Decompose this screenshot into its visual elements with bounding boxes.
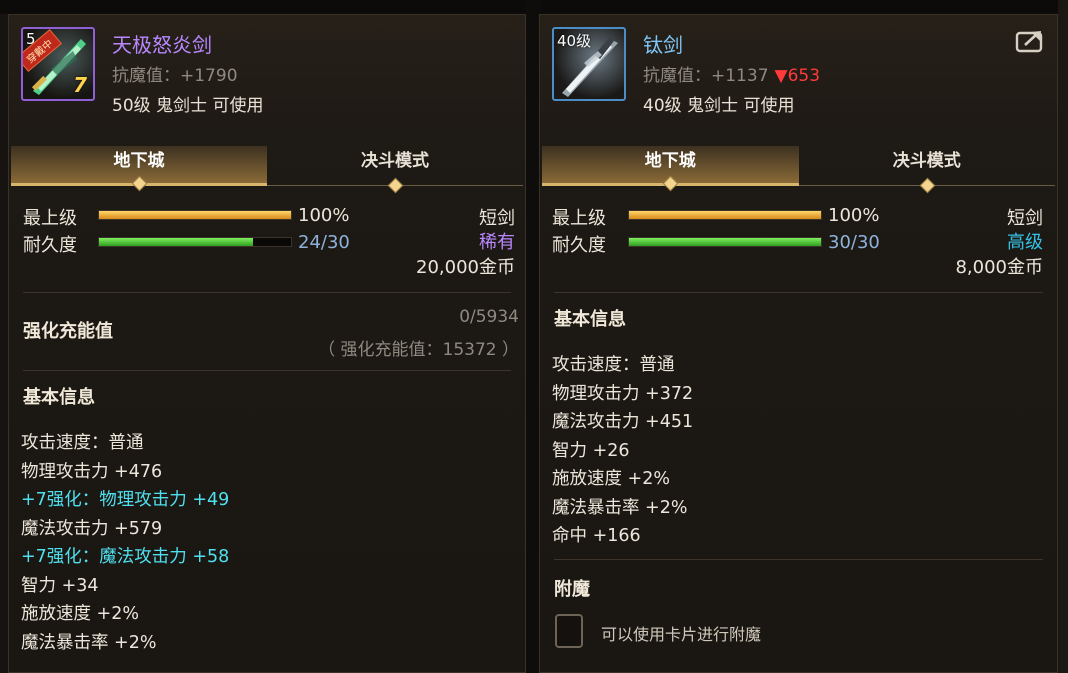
- diamond-icon: [131, 175, 148, 192]
- diamond-icon: [387, 177, 404, 194]
- stat-line: 魔法攻击力 +451: [552, 412, 694, 432]
- durability-label: 耐久度: [23, 235, 77, 256]
- magic-resist: 抗魔值：+1790: [112, 66, 238, 86]
- durability-bar-fill: [99, 238, 253, 246]
- rarity: 高级: [1007, 232, 1043, 253]
- enchant-title: 附魔: [554, 579, 590, 600]
- divider: [554, 559, 1043, 560]
- durability-value: 24/30: [298, 232, 350, 253]
- charge-title: 强化充能值: [23, 321, 113, 342]
- equipped-item-tooltip: 5 穿戴中 7 天极怒炎剑 抗魔值：+1790 50级 鬼剑士 可使用 地下城 …: [8, 14, 526, 673]
- weapon-type: 短剑: [479, 208, 515, 229]
- divider: [23, 370, 511, 371]
- stat-line: 智力 +26: [552, 441, 630, 461]
- stat-line: 物理攻击力 +476: [21, 462, 163, 482]
- grade-value: 100%: [298, 205, 350, 226]
- enchant-card-slot[interactable]: [555, 614, 583, 648]
- item-requirement: 50级 鬼剑士 可使用: [112, 96, 264, 116]
- magic-resist: 抗魔值：+1137 ▼653: [643, 61, 820, 86]
- stat-line: 物理攻击力 +372: [552, 384, 694, 404]
- item-name: 钛剑: [643, 33, 683, 57]
- grade-bar-fill: [99, 211, 291, 219]
- basic-info-title: 基本信息: [554, 309, 626, 330]
- enhance-level-badge: 7: [73, 73, 87, 97]
- item-name: 天极怒炎剑: [112, 33, 212, 57]
- compare-item-tooltip: 40级 钛剑 抗魔值：+1137 ▼653 40级 鬼剑士 可使用 地下城 决斗模…: [539, 14, 1058, 673]
- stat-line: 攻击速度：普通: [552, 355, 675, 375]
- magic-resist-drop: ▼653: [774, 66, 821, 86]
- tab-pvp[interactable]: 决斗模式: [798, 146, 1055, 194]
- item-header: 5 穿戴中 7 天极怒炎剑 抗魔值：+1790 50级 鬼剑士 可使用: [9, 15, 525, 125]
- stat-line: 施放速度 +2%: [21, 604, 139, 624]
- grade-label: 最上级: [23, 208, 77, 229]
- diamond-icon: [919, 177, 936, 194]
- grade-value: 100%: [828, 205, 880, 226]
- stat-line: 魔法暴击率 +2%: [21, 633, 157, 653]
- grade-label: 最上级: [552, 208, 606, 229]
- tab-dungeon-label: 地下城: [113, 151, 165, 171]
- durability-label: 耐久度: [552, 235, 606, 256]
- tab-dungeon[interactable]: 地下城: [542, 146, 799, 192]
- stat-line-enhance: +7强化：物理攻击力 +49: [21, 490, 230, 510]
- tab-pvp-label: 决斗模式: [892, 151, 961, 171]
- rarity: 稀有: [479, 232, 515, 253]
- item-price: 8,000金币: [955, 257, 1043, 278]
- grade-bar: [628, 210, 822, 220]
- charge-progress: 0/5934: [459, 307, 519, 327]
- magic-resist-value: 抗魔值：+1137: [643, 66, 769, 86]
- weapon-type: 短剑: [1007, 208, 1043, 229]
- diamond-icon: [662, 175, 679, 192]
- divider: [23, 292, 511, 293]
- enchant-hint: 可以使用卡片进行附魔: [601, 625, 762, 644]
- mode-tabs: 地下城 决斗模式: [542, 146, 1055, 194]
- mode-tabs: 地下城 决斗模式: [11, 146, 523, 194]
- basic-info-title: 基本信息: [23, 387, 95, 408]
- item-header: 40级 钛剑 抗魔值：+1137 ▼653 40级 鬼剑士 可使用: [540, 15, 1057, 125]
- tab-pvp[interactable]: 决斗模式: [267, 146, 523, 194]
- durability-bar: [98, 237, 292, 247]
- durability-bar: [628, 237, 822, 247]
- tab-dungeon[interactable]: 地下城: [11, 146, 267, 192]
- background-right-edge: [1058, 0, 1068, 673]
- grade-bar-fill: [629, 211, 821, 219]
- charge-total: （ 强化充能值：15372 ）: [318, 340, 519, 360]
- item-requirement: 40级 鬼剑士 可使用: [643, 96, 795, 116]
- durability-value: 30/30: [828, 232, 880, 253]
- grade-bar: [98, 210, 292, 220]
- tab-pvp-label: 决斗模式: [361, 151, 429, 171]
- stat-line: 施放速度 +2%: [552, 469, 670, 489]
- divider: [554, 292, 1043, 293]
- stat-line: 魔法攻击力 +579: [21, 519, 163, 539]
- item-level-badge: 40级: [557, 32, 592, 50]
- share-icon[interactable]: [1015, 29, 1045, 53]
- stat-line: 命中 +166: [552, 526, 641, 546]
- stat-line: 攻击速度：普通: [21, 433, 144, 453]
- stat-line: 智力 +34: [21, 576, 99, 596]
- stat-line: 魔法暴击率 +2%: [552, 498, 688, 518]
- item-icon-sword[interactable]: 5 穿戴中 7: [21, 27, 95, 101]
- item-price: 20,000金币: [416, 257, 515, 278]
- item-icon-sword[interactable]: 40级: [552, 27, 626, 101]
- durability-bar-fill: [629, 238, 821, 246]
- stat-line-enhance: +7强化：魔法攻击力 +58: [21, 547, 230, 567]
- tab-dungeon-label: 地下城: [644, 151, 696, 171]
